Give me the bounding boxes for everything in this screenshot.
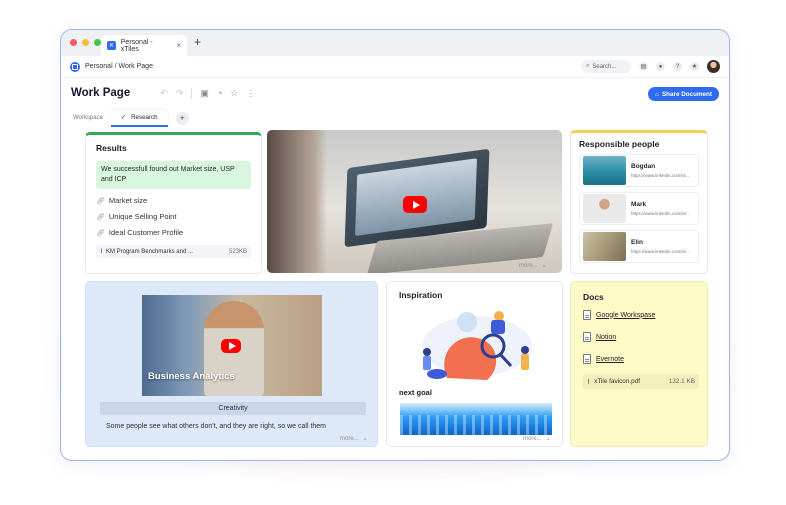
link-label: Market size xyxy=(108,196,148,205)
doc-link-label: Google Workspase xyxy=(596,311,656,319)
inspiration-card[interactable]: Inspiration next goal more... ⌄ xyxy=(386,281,563,447)
person-photo xyxy=(583,156,626,185)
person-photo xyxy=(583,194,626,223)
results-highlight: We successfull found out Market size, US… xyxy=(96,161,251,189)
inspiration-illustration xyxy=(422,311,532,380)
person-card[interactable]: Mark https://www.linkedin.com/in/... xyxy=(579,192,699,225)
person-card[interactable]: Bogdan https://www.linkedin.com/in/... xyxy=(579,154,699,187)
next-goal-title: next goal xyxy=(399,388,432,397)
video-caption: Business Analytics xyxy=(148,371,235,382)
person-card[interactable]: Elin https://www.linkedin.com/in/... xyxy=(579,230,699,263)
responsible-people-card[interactable]: Responsible people Bogdan https://www.li… xyxy=(570,130,708,274)
link-label: Unique Selling Point xyxy=(108,212,177,221)
youtube-play-icon[interactable] xyxy=(403,196,427,213)
person-link[interactable]: https://www.linkedin.com/in/... xyxy=(631,211,690,216)
document-icon xyxy=(583,310,591,320)
document-icon xyxy=(583,332,591,342)
business-analytics-card[interactable]: Business Analytics Creativity Some peopl… xyxy=(85,281,378,447)
person-link[interactable]: https://www.linkedin.com/in/... xyxy=(631,249,690,254)
link-icon: 🔗︎ xyxy=(96,229,105,237)
doc-link-label: Notion xyxy=(596,333,617,341)
document-icon xyxy=(583,354,591,364)
browser-window: ✕ Personal - xTiles × + Personal / Work … xyxy=(60,29,730,461)
responsible-title: Responsible people xyxy=(579,139,660,149)
person-name: Elin xyxy=(631,239,643,246)
more-label: more... xyxy=(340,435,359,442)
youtube-play-icon[interactable] xyxy=(221,339,241,353)
tiles-board: Results We successfull found out Market … xyxy=(61,30,729,460)
link-label: Ideal Customer Profile xyxy=(108,228,184,237)
pdf-attachment[interactable]: ⌇ xTile favicon.pdf 132.1 KB xyxy=(583,374,699,389)
business-analytics-video[interactable]: Business Analytics xyxy=(142,295,322,396)
next-goal-image xyxy=(400,403,552,435)
results-title: Results xyxy=(96,143,127,153)
link-icon: 🔗︎ xyxy=(96,197,105,205)
business-text: Some people see what others don't, and t… xyxy=(106,423,327,430)
person-photo xyxy=(583,232,626,261)
more-label: more... xyxy=(519,262,538,269)
doc-link-label: Evernote xyxy=(596,355,625,363)
file-attachment[interactable]: ⌇ KM Program Benchmarks and ... 523KB xyxy=(96,245,251,258)
pdf-file-icon: ⌇ xyxy=(587,378,591,386)
chevron-down-icon: ⌄ xyxy=(541,263,547,269)
file-size: 523KB xyxy=(228,248,247,255)
more-label: more... xyxy=(523,435,542,442)
link-icon: 🔗︎ xyxy=(96,213,105,221)
creativity-label: Creativity xyxy=(100,402,366,415)
person-name: Bogdan xyxy=(631,163,656,170)
person-name: Mark xyxy=(631,201,647,208)
inspiration-title: Inspiration xyxy=(399,290,443,300)
more-link[interactable]: more... ⌄ xyxy=(340,435,368,443)
doc-link-item[interactable]: Google Workspase xyxy=(583,310,695,320)
link-item[interactable]: 🔗︎ Unique Selling Point xyxy=(96,212,251,221)
video-thumbnail-shade xyxy=(267,130,327,273)
docs-card[interactable]: Docs Google Workspase Notion Evernote ⌇ … xyxy=(570,281,708,447)
results-card[interactable]: Results We successfull found out Market … xyxy=(85,132,262,274)
chevron-down-icon: ⌄ xyxy=(362,436,368,442)
docs-title: Docs xyxy=(583,292,604,302)
link-item[interactable]: 🔗︎ Ideal Customer Profile xyxy=(96,228,251,237)
more-link[interactable]: more... ⌄ xyxy=(519,262,547,270)
paperclip-icon: ⌇ xyxy=(100,249,103,255)
doc-link-item[interactable]: Notion xyxy=(583,332,695,342)
chevron-down-icon: ⌄ xyxy=(545,436,551,442)
pdf-file-size: 132.1 KB xyxy=(668,378,695,385)
laptop-video-card[interactable]: more... ⌄ xyxy=(267,130,562,273)
doc-link-item[interactable]: Evernote xyxy=(583,354,695,364)
link-item[interactable]: 🔗︎ Market size xyxy=(96,196,251,205)
pdf-file-name: xTile favicon.pdf xyxy=(594,378,641,385)
more-link[interactable]: more... ⌄ xyxy=(523,435,551,443)
person-link[interactable]: https://www.linkedin.com/in/... xyxy=(631,173,690,178)
file-name: KM Program Benchmarks and ... xyxy=(105,248,193,255)
